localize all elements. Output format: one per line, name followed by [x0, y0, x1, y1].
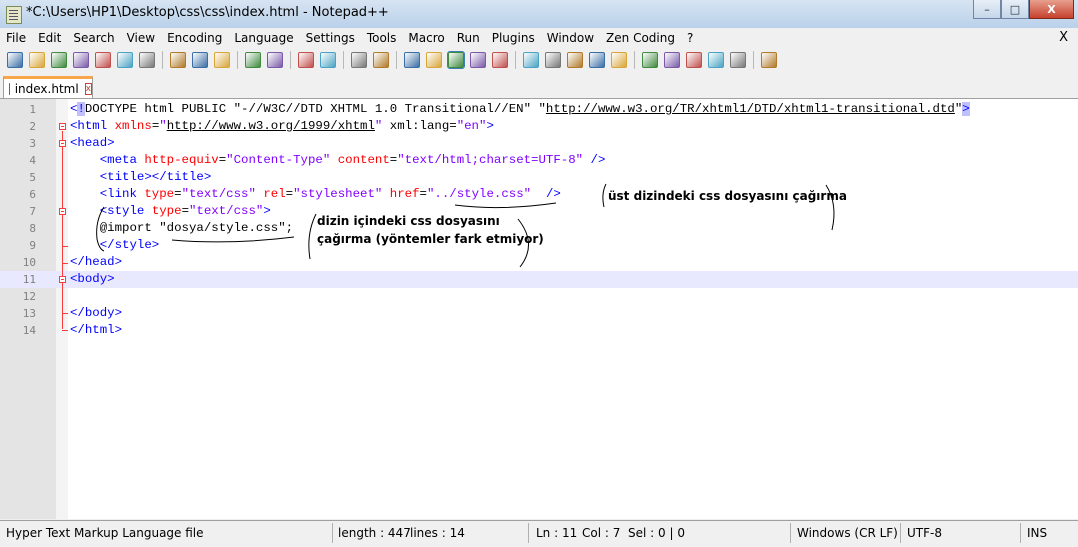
show-all-chars-icon[interactable]	[470, 52, 486, 68]
folder-workspace-icon[interactable]	[589, 52, 605, 68]
new-file-icon[interactable]	[7, 52, 23, 68]
menu-language[interactable]: Language	[228, 31, 299, 45]
notepad-app-icon	[6, 6, 22, 24]
menu-plugins[interactable]: Plugins	[486, 31, 541, 45]
toolbar-separator	[162, 51, 163, 69]
stop-record-icon[interactable]	[664, 52, 680, 68]
status-line-number: Ln : 11	[536, 526, 578, 540]
bracket-note2-left	[308, 213, 317, 260]
underline-dosya-style	[171, 236, 295, 243]
toolbar-separator	[634, 51, 635, 69]
status-line-endings[interactable]: Windows (CR LF)	[797, 526, 898, 540]
cut-icon[interactable]	[170, 52, 186, 68]
toolbar-separator	[237, 51, 238, 69]
status-selection: Sel : 0 | 0	[628, 526, 685, 540]
menu-zen-coding[interactable]: Zen Coding	[600, 31, 681, 45]
doc-map-icon[interactable]	[545, 52, 561, 68]
annotation-subdir-line1: dizin içindeki css dosyasını	[317, 214, 500, 228]
status-divider	[332, 523, 333, 543]
underline-style-css	[454, 202, 557, 209]
function-list-icon[interactable]	[567, 52, 583, 68]
close-all-icon[interactable]	[117, 52, 133, 68]
status-column: Col : 7	[582, 526, 621, 540]
toolbar-separator	[515, 51, 516, 69]
toolbar	[0, 48, 1078, 72]
status-lines: lines : 14	[410, 526, 465, 540]
status-file-type: Hyper Text Markup Language file	[6, 526, 204, 540]
status-bar: Hyper Text Markup Language file length :…	[0, 520, 1078, 547]
status-insert-mode[interactable]: INS	[1027, 526, 1047, 540]
run-multiple-icon[interactable]	[708, 52, 724, 68]
sync-vertical-icon[interactable]	[404, 52, 420, 68]
menu-run[interactable]: Run	[451, 31, 486, 45]
replace-icon[interactable]	[320, 52, 336, 68]
menu-edit[interactable]: Edit	[32, 31, 67, 45]
zoom-out-icon[interactable]	[373, 52, 389, 68]
open-file-icon[interactable]	[29, 52, 45, 68]
tab-close-icon[interactable]: x	[84, 82, 92, 95]
menu-bar: File Edit Search View Encoding Language …	[0, 28, 1078, 48]
redo-icon[interactable]	[267, 52, 283, 68]
maximize-button[interactable]: □	[1001, 0, 1029, 19]
undo-icon[interactable]	[245, 52, 261, 68]
close-icon[interactable]	[95, 52, 111, 68]
tab-index-html[interactable]: index.html x	[3, 76, 93, 98]
status-length: length : 447	[338, 526, 411, 540]
unsaved-file-icon	[9, 82, 10, 95]
annotation-subdir-line2: çağırma (yöntemler fark etmiyor)	[317, 232, 544, 246]
close-window-button[interactable]: X	[1029, 0, 1074, 19]
status-divider	[528, 523, 529, 543]
annotation-marks	[96, 183, 835, 268]
menu-tools[interactable]: Tools	[361, 31, 403, 45]
indent-guide-icon[interactable]	[492, 52, 508, 68]
record-macro-icon[interactable]	[642, 52, 658, 68]
bracket-note1-left	[602, 183, 607, 208]
annotation-parent-dir: üst dizindeki css dosyasını çağırma	[608, 189, 847, 203]
menu-window[interactable]: Window	[541, 31, 600, 45]
tab-bar: index.html x	[0, 72, 1078, 99]
menu-macro[interactable]: Macro	[402, 31, 450, 45]
save-macro-icon[interactable]	[730, 52, 746, 68]
menu-view[interactable]: View	[121, 31, 161, 45]
code-editor[interactable]: 1 <!DOCTYPE html PUBLIC "-//W3C//DTD XHTM…	[0, 99, 1078, 519]
toolbar-separator	[343, 51, 344, 69]
bracket-style-block	[96, 206, 105, 252]
play-macro-icon[interactable]	[686, 52, 702, 68]
user-language-icon[interactable]	[523, 52, 539, 68]
word-wrap-icon[interactable]	[447, 51, 465, 69]
sync-horizontal-icon[interactable]	[426, 52, 442, 68]
menu-settings[interactable]: Settings	[300, 31, 361, 45]
status-encoding[interactable]: UTF-8	[907, 526, 942, 540]
title-bar: *C:\Users\HP1\Desktop\css\css\index.html…	[0, 0, 1078, 29]
toolbar-separator	[753, 51, 754, 69]
print-icon[interactable]	[139, 52, 155, 68]
copy-icon[interactable]	[192, 52, 208, 68]
status-divider	[1020, 523, 1021, 543]
save-all-icon[interactable]	[73, 52, 89, 68]
menu-encoding[interactable]: Encoding	[161, 31, 228, 45]
window-controls: – □ X	[973, 0, 1074, 19]
menu-file[interactable]: File	[0, 31, 32, 45]
menu-help[interactable]: ?	[681, 31, 699, 45]
status-divider	[790, 523, 791, 543]
toolbar-separator	[396, 51, 397, 69]
monitoring-icon[interactable]	[611, 52, 627, 68]
find-icon[interactable]	[298, 52, 314, 68]
paste-icon[interactable]	[214, 52, 230, 68]
menu-search[interactable]: Search	[67, 31, 120, 45]
tab-label: index.html	[14, 81, 79, 96]
minimize-button[interactable]: –	[973, 0, 1001, 19]
status-divider	[900, 523, 901, 543]
zoom-in-icon[interactable]	[351, 52, 367, 68]
window-title: *C:\Users\HP1\Desktop\css\css\index.html…	[26, 5, 389, 20]
toolbar-separator	[290, 51, 291, 69]
close-document-button[interactable]: X	[1059, 30, 1068, 45]
spell-check-icon[interactable]	[761, 52, 777, 68]
save-icon[interactable]	[51, 52, 67, 68]
